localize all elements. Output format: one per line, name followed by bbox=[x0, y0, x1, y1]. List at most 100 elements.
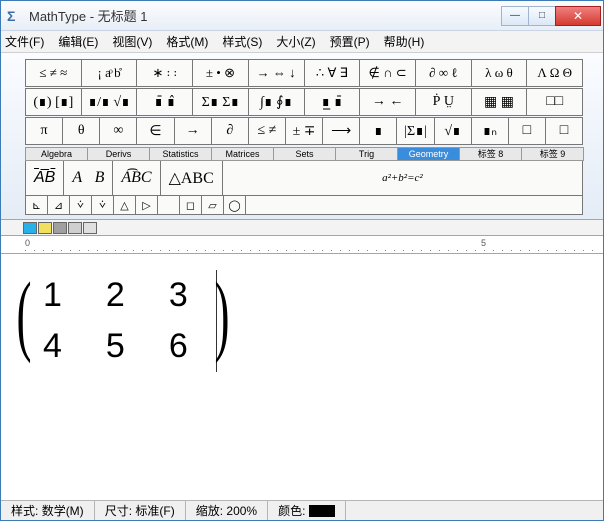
matrix-paren-right: ) bbox=[214, 270, 229, 360]
menu-file[interactable]: 文件(F) bbox=[5, 33, 44, 50]
menu-style[interactable]: 样式(S) bbox=[222, 33, 262, 50]
geom-perp1[interactable]: ⩒ bbox=[70, 196, 92, 214]
palette-operators[interactable]: ± • ⊗ bbox=[193, 60, 249, 86]
tab-algebra[interactable]: Algebra bbox=[25, 147, 88, 161]
matrix-cell-1-0[interactable]: 4 bbox=[21, 321, 84, 372]
tab-trig[interactable]: Trig bbox=[335, 147, 398, 161]
sym-sqrt[interactable]: √∎ bbox=[435, 118, 472, 144]
geom-gap1 bbox=[158, 196, 180, 214]
color-swatch-1[interactable] bbox=[23, 222, 37, 234]
palette-box[interactable]: □□ bbox=[527, 89, 582, 115]
sym-pm[interactable]: ± ∓ bbox=[286, 118, 323, 144]
palette-matrix[interactable]: ▦ ▦ bbox=[472, 89, 528, 115]
status-bar: 样式: 数学(M) 尺寸: 标准(F) 缩放: 200% 颜色: bbox=[1, 500, 603, 520]
color-swatch-2[interactable] bbox=[38, 222, 52, 234]
window-title: MathType - 无标题 1 bbox=[29, 6, 502, 25]
geom-segment[interactable]: A͞B bbox=[26, 161, 64, 195]
palette-sum[interactable]: Σ∎ Σ∎ bbox=[193, 89, 249, 115]
geom-vector[interactable]: A⃗B bbox=[64, 161, 113, 195]
geom-pythag[interactable]: a²+b²=c² bbox=[223, 161, 582, 195]
matrix-cell-0-1[interactable]: 2 bbox=[84, 270, 147, 321]
sym-longarrow[interactable]: ⟶ bbox=[323, 118, 360, 144]
tab-derivs[interactable]: Derivs bbox=[87, 147, 150, 161]
palette-set[interactable]: ∉ ∩ ⊂ bbox=[360, 60, 416, 86]
palette-labeled-arrow[interactable]: → ← bbox=[360, 89, 416, 115]
sym-pi[interactable]: π bbox=[26, 118, 63, 144]
equation-canvas[interactable]: ( 1 2 3 4 5 6 ) bbox=[1, 254, 603, 500]
geom-arc[interactable]: A͡BC bbox=[113, 161, 160, 195]
tab-matrices[interactable]: Matrices bbox=[211, 147, 274, 161]
palette-fraction[interactable]: ∎/∎ √∎ bbox=[82, 89, 138, 115]
palette-logical[interactable]: ∴ ∀ ∃ bbox=[305, 60, 361, 86]
tab-geometry[interactable]: Geometry bbox=[397, 147, 460, 161]
titlebar[interactable]: Σ MathType - 无标题 1 — □ ✕ bbox=[1, 1, 603, 31]
menu-format[interactable]: 格式(M) bbox=[166, 33, 208, 50]
matrix-cell-1-2[interactable]: 6 bbox=[147, 321, 210, 372]
sym-sumtpl[interactable]: |Σ∎| bbox=[397, 118, 434, 144]
palette-arrows[interactable]: → ⇔ ↓ bbox=[249, 60, 305, 86]
palette-greek-uc[interactable]: Λ Ω Θ bbox=[527, 60, 582, 86]
menu-edit[interactable]: 编辑(E) bbox=[58, 33, 98, 50]
color-swatch-3[interactable] bbox=[53, 222, 67, 234]
geom-square[interactable]: ◻ bbox=[180, 196, 202, 214]
sym-theta[interactable]: θ bbox=[63, 118, 100, 144]
palette-spaces[interactable]: ¡ aͦ b̊ bbox=[82, 60, 138, 86]
symbol-palette-row1: ≤ ≠ ≈ ¡ aͦ b̊ ∗ ꞉ ꞉ ± • ⊗ → ⇔ ↓ ∴ ∀ ∃ ∉ … bbox=[25, 59, 583, 87]
menu-help[interactable]: 帮助(H) bbox=[384, 33, 425, 50]
menu-view[interactable]: 视图(V) bbox=[112, 33, 152, 50]
sym-box2[interactable]: □ bbox=[546, 118, 582, 144]
sym-sub[interactable]: ∎ₙ bbox=[472, 118, 509, 144]
status-color[interactable]: 颜色: bbox=[268, 501, 346, 520]
palette-subscript[interactable]: ∎̄ ∎̂ bbox=[137, 89, 193, 115]
geom-triangle[interactable]: △ABC bbox=[161, 161, 223, 195]
geom-angle2[interactable]: ⊿ bbox=[48, 196, 70, 214]
matrix-content[interactable]: 1 2 3 4 5 6 bbox=[21, 270, 217, 372]
geom-tri[interactable]: △ bbox=[114, 196, 136, 214]
menu-preset[interactable]: 预置(P) bbox=[330, 33, 370, 50]
tab-9[interactable]: 标签 9 bbox=[521, 147, 584, 161]
geom-parallelogram[interactable]: ▱ bbox=[202, 196, 224, 214]
sym-arrow[interactable]: → bbox=[175, 118, 212, 144]
matrix-cell-0-0[interactable]: 1 bbox=[21, 270, 84, 321]
tab-strip: Algebra Derivs Statistics Matrices Sets … bbox=[25, 147, 583, 161]
geom-circle[interactable]: ◯ bbox=[224, 196, 246, 214]
close-button[interactable]: ✕ bbox=[555, 6, 601, 26]
geom-rt[interactable]: ▷ bbox=[136, 196, 158, 214]
color-swatch-4[interactable] bbox=[68, 222, 82, 234]
sym-partial[interactable]: ∂ bbox=[212, 118, 249, 144]
geom-perp2[interactable]: ⩒ bbox=[92, 196, 114, 214]
palette-fence[interactable]: (∎) [∎] bbox=[26, 89, 82, 115]
status-zoom[interactable]: 缩放: 200% bbox=[186, 501, 268, 520]
palette-misc[interactable]: ∂ ∞ ℓ bbox=[416, 60, 472, 86]
status-style[interactable]: 样式: 数学(M) bbox=[1, 501, 95, 520]
palette-embellish[interactable]: ∗ ꞉ ꞉ bbox=[137, 60, 193, 86]
tab-8[interactable]: 标签 8 bbox=[459, 147, 522, 161]
ruler-tick-5: 5 bbox=[481, 238, 486, 248]
sym-infty[interactable]: ∞ bbox=[100, 118, 137, 144]
ruler[interactable]: 0 5 bbox=[1, 236, 603, 254]
menu-size[interactable]: 大小(Z) bbox=[276, 33, 315, 50]
color-swatch-5[interactable] bbox=[83, 222, 97, 234]
sym-slot[interactable]: ∎ bbox=[360, 118, 397, 144]
minimize-button[interactable]: — bbox=[501, 6, 529, 26]
palette-relational[interactable]: ≤ ≠ ≈ bbox=[26, 60, 82, 86]
symbol-palette-row3: π θ ∞ ∈ → ∂ ≤ ≠ ± ∓ ⟶ ∎ |Σ∎| √∎ ∎ₙ □ □ bbox=[25, 117, 583, 145]
palette-integral[interactable]: ∫∎ ∮∎ bbox=[249, 89, 305, 115]
matrix-cell-1-1[interactable]: 5 bbox=[84, 321, 147, 372]
menubar: 文件(F) 编辑(E) 视图(V) 格式(M) 样式(S) 大小(Z) 预置(P… bbox=[1, 31, 603, 53]
geom-angle1[interactable]: ⊾ bbox=[26, 196, 48, 214]
status-size[interactable]: 尺寸: 标准(F) bbox=[95, 501, 186, 520]
palette-bar[interactable]: ∎̲ ∎̄ bbox=[305, 89, 361, 115]
tab-sets[interactable]: Sets bbox=[273, 147, 336, 161]
toolbar-area: ≤ ≠ ≈ ¡ aͦ b̊ ∗ ꞉ ꞉ ± • ⊗ → ⇔ ↓ ∴ ∀ ∃ ∉ … bbox=[1, 53, 603, 220]
geom-fill bbox=[246, 196, 582, 214]
tab-statistics[interactable]: Statistics bbox=[149, 147, 212, 161]
matrix-cell-0-2[interactable]: 3 bbox=[147, 270, 210, 321]
color-bar bbox=[1, 220, 603, 236]
sym-lene[interactable]: ≤ ≠ bbox=[249, 118, 286, 144]
palette-greek-lc[interactable]: λ ω θ bbox=[472, 60, 528, 86]
palette-product[interactable]: Ṗ Ṳ bbox=[416, 89, 472, 115]
sym-box1[interactable]: □ bbox=[509, 118, 546, 144]
maximize-button[interactable]: □ bbox=[528, 6, 556, 26]
sym-elem[interactable]: ∈ bbox=[137, 118, 174, 144]
